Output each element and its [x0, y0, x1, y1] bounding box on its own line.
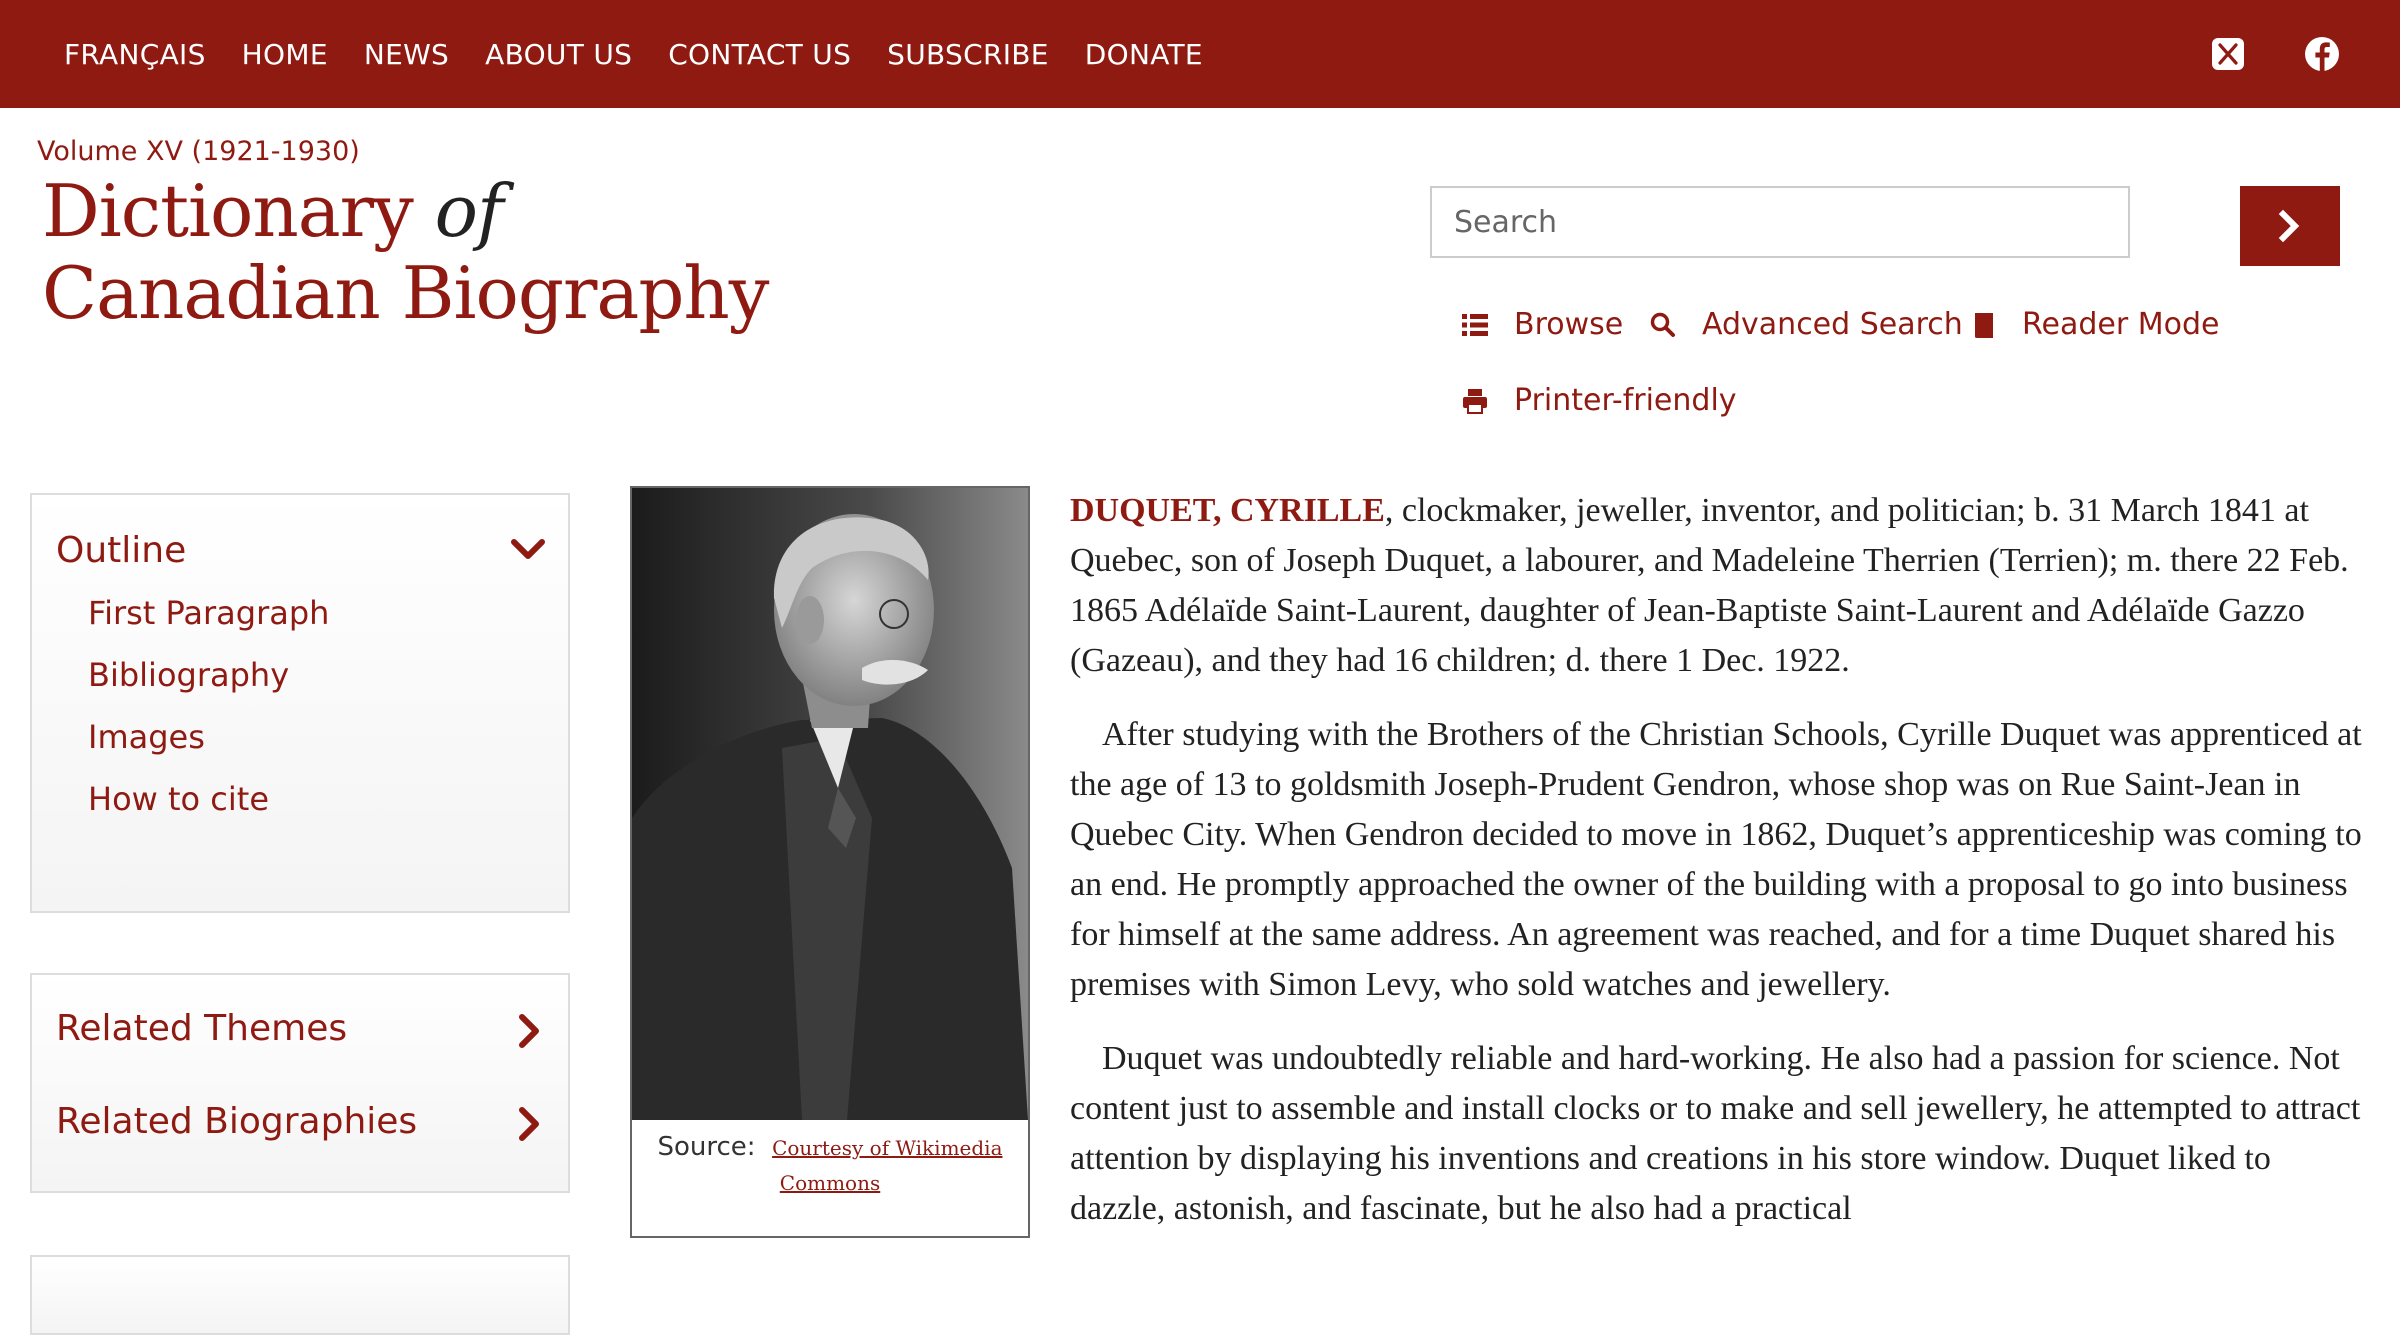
printer-friendly-link[interactable]: Printer-friendly	[1462, 383, 1737, 418]
facebook-icon[interactable]	[2302, 34, 2342, 74]
source-link-line1: Courtesy of Wikimedia	[772, 1136, 1003, 1160]
search-input[interactable]	[1430, 186, 2130, 258]
title-word-of: of	[434, 169, 504, 253]
top-nav: FRANÇAIS HOME NEWS ABOUT US CONTACT US S…	[64, 0, 1239, 108]
figure-caption: Source: Courtesy of Wikimedia Commons	[632, 1130, 1028, 1200]
title-line-canadian-biography: Canadian Biography	[42, 251, 769, 335]
nav-news[interactable]: NEWS	[364, 38, 449, 71]
list-icon	[1462, 313, 1488, 336]
related-panel: Related Themes Related Biographies	[30, 973, 570, 1193]
subject-name: DUQUET, CYRILLE	[1070, 492, 1385, 529]
nav-home[interactable]: HOME	[242, 38, 328, 71]
top-nav-bar: FRANÇAIS HOME NEWS ABOUT US CONTACT US S…	[0, 0, 2400, 108]
outline-item-images[interactable]: Images	[88, 718, 205, 756]
first-paragraph: DUQUET, CYRILLE, clockmaker, jeweller, i…	[1070, 486, 2370, 686]
chevron-right-icon	[2278, 209, 2300, 243]
source-link[interactable]: Courtesy of Wikimedia Commons	[772, 1136, 1002, 1195]
nav-subscribe[interactable]: SUBSCRIBE	[887, 38, 1049, 71]
browse-label: Browse	[1514, 307, 1624, 342]
portrait-image[interactable]	[632, 488, 1028, 1120]
chevron-down-icon[interactable]	[510, 537, 546, 563]
x-twitter-icon[interactable]	[2208, 34, 2248, 74]
outline-item-how-to-cite[interactable]: How to cite	[88, 780, 269, 818]
advanced-search-label: Advanced Search	[1702, 307, 1963, 342]
printer-icon	[1463, 388, 1487, 414]
outline-item-first-paragraph[interactable]: First Paragraph	[88, 594, 329, 632]
source-label: Source:	[657, 1132, 756, 1162]
outline-item-bibliography[interactable]: Bibliography	[88, 656, 289, 694]
reader-mode-link[interactable]: Reader Mode	[1972, 307, 2219, 342]
site-title[interactable]: Dictionary of Canadian Biography	[42, 169, 769, 335]
search-submit-button[interactable]	[2240, 186, 2340, 266]
related-biographies-link[interactable]: Related Biographies	[56, 1101, 417, 1142]
book-icon	[1975, 312, 1993, 338]
nav-francais[interactable]: FRANÇAIS	[64, 38, 206, 71]
browse-link[interactable]: Browse	[1462, 307, 1623, 342]
related-themes-link[interactable]: Related Themes	[56, 1008, 347, 1049]
paragraph-2: After studying with the Brothers of the …	[1070, 716, 2362, 1003]
search-icon	[1650, 312, 1675, 337]
source-link-line2: Commons	[779, 1171, 881, 1195]
volume-label: Volume XV (1921-1930)	[37, 136, 360, 167]
nav-donate[interactable]: DONATE	[1085, 38, 1203, 71]
paragraph-3: Duquet was undoubtedly reliable and hard…	[1070, 1040, 2361, 1227]
reader-mode-label: Reader Mode	[2022, 307, 2220, 342]
sidebar-panel-partial	[30, 1255, 570, 1335]
portrait-figure: Source: Courtesy of Wikimedia Commons	[630, 486, 1030, 1238]
advanced-search-link[interactable]: Advanced Search	[1650, 307, 1963, 342]
nav-about-us[interactable]: ABOUT US	[485, 38, 632, 71]
outline-heading[interactable]: Outline	[56, 530, 186, 571]
nav-contact-us[interactable]: CONTACT US	[668, 38, 851, 71]
title-word-dictionary: Dictionary	[42, 169, 414, 253]
chevron-right-icon[interactable]	[516, 1106, 542, 1142]
biography-article: DUQUET, CYRILLE, clockmaker, jeweller, i…	[1070, 486, 2370, 1258]
printer-friendly-label: Printer-friendly	[1514, 383, 1737, 418]
chevron-right-icon[interactable]	[516, 1013, 542, 1049]
outline-panel: Outline First Paragraph Bibliography Ima…	[30, 493, 570, 913]
